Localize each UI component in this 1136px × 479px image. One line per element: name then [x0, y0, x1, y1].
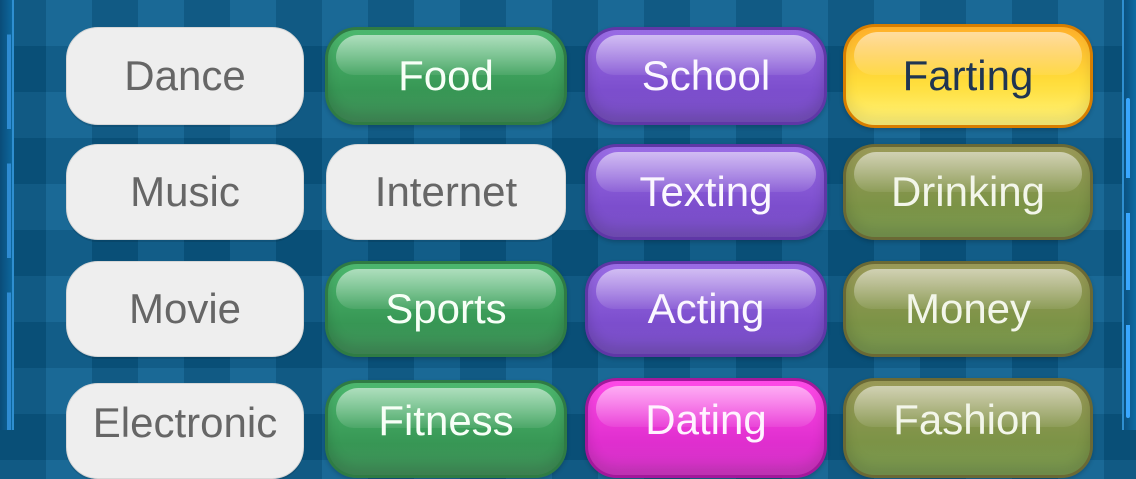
- category-tile-money[interactable]: Money: [843, 261, 1093, 357]
- category-tile-electronic[interactable]: Electronic: [66, 383, 304, 479]
- category-tile-drinking[interactable]: Drinking: [843, 144, 1093, 240]
- category-label: Food: [398, 52, 494, 99]
- category-label: Internet: [374, 168, 518, 215]
- category-label: Dating: [645, 396, 767, 443]
- category-tile-fashion[interactable]: Fashion: [843, 378, 1093, 478]
- category-label: Music: [130, 168, 240, 215]
- category-tile-school[interactable]: School: [585, 27, 827, 125]
- category-label: Dance: [124, 52, 246, 99]
- category-tile-dating[interactable]: Dating: [585, 378, 827, 478]
- category-label: Money: [904, 285, 1032, 332]
- category-label: School: [641, 52, 771, 99]
- category-tile-dance[interactable]: Dance: [66, 27, 304, 125]
- category-grid: Dance Food School Farting Music Internet…: [0, 0, 1136, 479]
- category-label: Sports: [385, 285, 507, 332]
- category-label: Fashion: [893, 396, 1043, 443]
- category-label: Acting: [647, 285, 765, 332]
- category-tile-farting[interactable]: Farting: [843, 24, 1093, 128]
- category-label: Electronic: [92, 399, 278, 446]
- category-tile-internet[interactable]: Internet: [326, 144, 566, 240]
- category-tile-acting[interactable]: Acting: [585, 261, 827, 357]
- category-tile-music[interactable]: Music: [66, 144, 304, 240]
- category-label: Drinking: [890, 168, 1046, 215]
- category-label: Fitness: [378, 397, 514, 444]
- category-tile-fitness[interactable]: Fitness: [325, 380, 567, 478]
- category-tile-food[interactable]: Food: [325, 27, 567, 125]
- category-label: Farting: [902, 52, 1034, 99]
- category-tile-texting[interactable]: Texting: [585, 144, 827, 240]
- category-tile-movie[interactable]: Movie: [66, 261, 304, 357]
- category-label: Movie: [128, 285, 242, 332]
- category-tile-sports[interactable]: Sports: [325, 261, 567, 357]
- category-label: Texting: [639, 168, 773, 215]
